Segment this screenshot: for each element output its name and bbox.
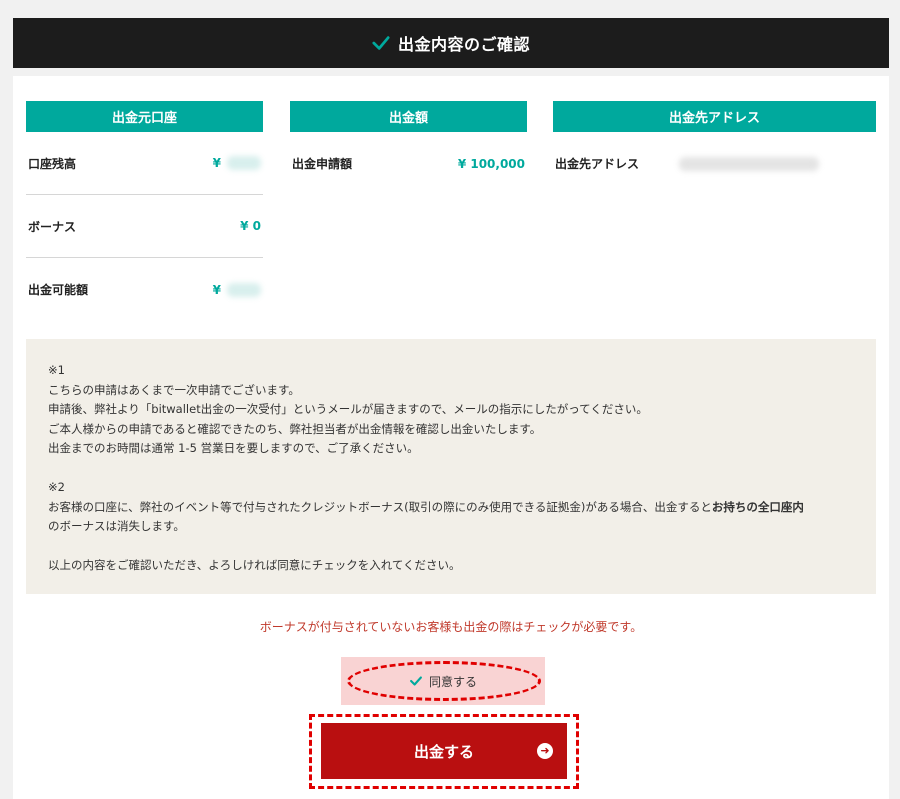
requested-amount-value: ¥ 100,000 <box>457 156 525 171</box>
withdrawal-amount-section: 出金額 出金申請額 ¥ 100,000 <box>290 101 527 195</box>
checkmark-icon <box>410 676 422 686</box>
note1-line: 出金までのお時間は通常 1-5 営業日を要しますので、ご了承ください。 <box>48 441 419 455</box>
bonus-warning: ボーナスが付与されていないお客様も出金の際はチェックが必要です。 <box>259 620 643 634</box>
closing-text: 以上の内容をご確認いただき、よろしければ同意にチェックを入れてください。 <box>48 558 461 572</box>
agree-checkbox[interactable]: 同意する <box>341 657 545 705</box>
requested-amount-label: 出金申請額 <box>292 157 353 171</box>
notice-box: ※1 こちらの申請はあくまで一次申請でございます。 申請後、弊社より「bitwa… <box>26 339 876 594</box>
account-balance-value: ¥ <box>212 156 221 170</box>
page-header: 出金内容のご確認 <box>13 18 889 68</box>
masked-address <box>679 156 819 171</box>
withdrawal-amount-heading: 出金額 <box>290 101 527 132</box>
note1-line: 申請後、弊社より「bitwallet出金の一次受付」というメールが届きますので、… <box>48 402 648 416</box>
account-balance-label: 口座残高 <box>28 156 77 171</box>
bonus-label: ボーナス <box>28 219 77 234</box>
arrow-right-icon: ➜ <box>537 743 553 759</box>
account-balance-row: 口座残高 ¥ <box>26 132 263 195</box>
confirmation-card: 出金元口座 口座残高 ¥ ボーナス ¥ 0 出金可能額 ¥ 出金額 出金申請額 … <box>13 76 889 799</box>
destination-section: 出金先アドレス 出金先アドレス <box>553 101 876 195</box>
note2-line: お客様の口座に、弊社のイベント等で付与されたクレジットボーナス(取引の際にのみ使… <box>48 498 854 518</box>
withdrawable-row: 出金可能額 ¥ <box>26 258 263 321</box>
bonus-value: ¥ 0 <box>240 219 261 233</box>
note2-emphasis: お持ちの全口座内 <box>711 499 804 514</box>
source-account-section: 出金元口座 口座残高 ¥ ボーナス ¥ 0 出金可能額 ¥ <box>26 101 263 321</box>
note2-line: のボーナスは消失します。 <box>48 519 185 533</box>
destination-address-row: 出金先アドレス <box>553 132 876 195</box>
agree-label: 同意する <box>428 674 477 689</box>
page-title: 出金内容のご確認 <box>397 35 530 54</box>
withdrawable-label: 出金可能額 <box>28 283 89 297</box>
destination-address-label: 出金先アドレス <box>555 157 640 171</box>
masked-value <box>227 156 261 170</box>
withdraw-button[interactable]: 出金する ➜ <box>321 723 567 779</box>
requested-amount-row: 出金申請額 ¥ 100,000 <box>290 132 527 195</box>
note2-text: お客様の口座に、弊社のイベント等で付与されたクレジットボーナス(取引の際にのみ使… <box>48 499 712 514</box>
source-account-heading: 出金元口座 <box>26 101 263 132</box>
masked-value <box>227 282 261 297</box>
checkmark-icon <box>372 36 390 50</box>
note2-mark: ※2 <box>48 480 65 494</box>
withdraw-button-label: 出金する <box>413 742 474 761</box>
note1-line: ご本人様からの申請であると確認できたのち、弊社担当者が出金情報を確認し出金いたし… <box>48 421 542 436</box>
bonus-row: ボーナス ¥ 0 <box>26 195 263 258</box>
withdrawable-value: ¥ <box>212 282 221 297</box>
note1-line: こちらの申請はあくまで一次申請でございます。 <box>48 382 300 397</box>
destination-heading: 出金先アドレス <box>553 101 876 132</box>
note1-mark: ※1 <box>48 363 65 377</box>
